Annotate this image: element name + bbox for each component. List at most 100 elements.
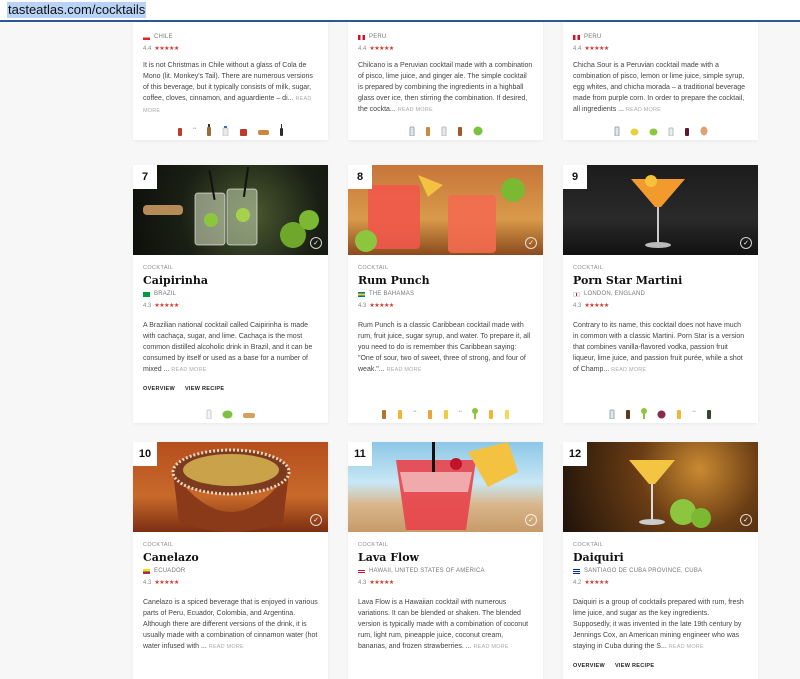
plus-icon: ••: [192, 126, 197, 132]
rank-badge: 10: [133, 442, 157, 466]
ingredient-icon: [472, 408, 479, 419]
rank-badge: 8: [348, 165, 372, 189]
cocktail-image[interactable]: 10 ✓: [133, 442, 328, 532]
rating-value: 4.3: [143, 302, 152, 309]
rating-value: 4.2: [573, 579, 582, 586]
ingredient-icon: [457, 127, 462, 136]
origin[interactable]: BRAZIL: [154, 291, 176, 297]
cocktail-grid: CHILE 4.4 ★★★★★ It is not Christmas in Ch…: [0, 22, 800, 679]
cocktail-image[interactable]: 11 ✓: [348, 442, 543, 532]
origin[interactable]: ECUADOR: [154, 568, 185, 574]
flag-icon: [573, 34, 580, 40]
address-bar[interactable]: tasteatlas.com/cocktails: [0, 0, 800, 22]
read-more-link[interactable]: READ MORE: [209, 644, 244, 650]
read-more-link[interactable]: READ MORE: [611, 367, 646, 373]
flag-icon: [143, 291, 150, 297]
cocktail-card-4[interactable]: CHILE 4.4 ★★★★★ It is not Christmas in Ch…: [133, 22, 328, 140]
flag-icon: [573, 568, 580, 574]
origin[interactable]: LONDON, ENGLAND: [584, 291, 645, 297]
view-recipe-link[interactable]: VIEW RECIPE: [185, 386, 224, 392]
rank-badge: 11: [348, 442, 372, 466]
plus-icon: ••: [412, 409, 417, 415]
check-icon[interactable]: ✓: [740, 514, 752, 526]
description: Daiquiri is a group of cocktails prepare…: [573, 599, 744, 650]
ingredient-icon: [700, 126, 707, 136]
rating-value: 4.3: [358, 579, 367, 586]
check-icon[interactable]: ✓: [740, 237, 752, 249]
cocktail-card-6[interactable]: PERU 4.4 ★★★★★ Chicha Sour is a Peruvian …: [563, 22, 758, 140]
cocktail-card-8[interactable]: 8 ✓ COCKTAIL Rum Punch THE BAHAMAS 4.3 ★★…: [348, 165, 543, 423]
ingredient-icon: [177, 128, 182, 136]
read-more-link[interactable]: READ MORE: [626, 107, 661, 113]
read-more-link[interactable]: READ MORE: [398, 107, 433, 113]
cocktail-image[interactable]: 9 ✓: [563, 165, 758, 255]
ingredient-icon: [489, 410, 494, 419]
star-icon: ★★★★★: [369, 580, 394, 586]
cocktail-name[interactable]: Rum Punch: [358, 274, 533, 287]
star-icon: ★★★★★: [154, 46, 179, 52]
cocktail-image[interactable]: 7 ✓: [133, 165, 328, 255]
cocktail-name[interactable]: Caipirinha: [143, 274, 318, 287]
cocktail-name[interactable]: Daiquiri: [573, 551, 748, 564]
check-icon[interactable]: ✓: [310, 237, 322, 249]
rank-badge: 7: [133, 165, 157, 189]
origin[interactable]: HAWAII, UNITED STATES OF AMERICA: [369, 568, 485, 574]
ingredient-icon: [381, 410, 386, 419]
rating-value: 4.3: [143, 579, 152, 586]
cocktail-card-12[interactable]: 12 ✓ COCKTAIL Daiquiri SANTIAGO DE CUBA …: [563, 442, 758, 679]
cocktail-name[interactable]: Porn Star Martini: [573, 274, 748, 287]
category-label: COCKTAIL: [573, 542, 604, 548]
ingredient-icons: [563, 122, 758, 136]
cocktail-card-9[interactable]: 9 ✓ COCKTAIL Porn Star Martini LONDON, E…: [563, 165, 758, 423]
cocktail-name[interactable]: Canelazo: [143, 551, 318, 564]
ingredient-icon: [630, 128, 638, 136]
origin: PERU: [369, 34, 387, 40]
flag-icon: [143, 568, 150, 574]
read-more-link[interactable]: READ MORE: [474, 644, 509, 650]
cocktail-card-11[interactable]: 11 ✓ COCKTAIL Lava Flow HAWAII, UNITED S…: [348, 442, 543, 679]
star-icon: ★★★★★: [154, 580, 179, 586]
url-text[interactable]: tasteatlas.com/cocktails: [7, 2, 147, 18]
ingredient-icon: [207, 124, 212, 136]
origin[interactable]: THE BAHAMAS: [369, 291, 414, 297]
ingredient-icon: [609, 409, 615, 419]
cocktail-card-7[interactable]: 7 ✓ COCKTAIL Caipirinha BRAZIL 4.3 ★★★★★ …: [133, 165, 328, 423]
ingredient-icon: [677, 410, 682, 419]
flag-icon: [358, 34, 365, 40]
category-label: COCKTAIL: [573, 265, 604, 271]
category-label: COCKTAIL: [358, 265, 389, 271]
ingredient-icon: [409, 126, 414, 136]
check-icon[interactable]: ✓: [525, 514, 537, 526]
ingredient-icon: [427, 410, 432, 419]
ingredient-icons: ••: [133, 122, 328, 136]
cocktail-name[interactable]: Lava Flow: [358, 551, 533, 564]
cocktail-image[interactable]: 8 ✓: [348, 165, 543, 255]
check-icon[interactable]: ✓: [525, 237, 537, 249]
view-recipe-link[interactable]: VIEW RECIPE: [615, 663, 654, 669]
flag-icon: [143, 34, 150, 40]
ingredient-icon: [240, 129, 248, 136]
rank-badge: 12: [563, 442, 587, 466]
ingredient-icon: [222, 410, 233, 419]
read-more-link[interactable]: READ MORE: [171, 367, 206, 373]
read-more-link[interactable]: READ MORE: [669, 644, 704, 650]
origin: PERU: [584, 34, 602, 40]
overview-link[interactable]: OVERVIEW: [143, 386, 175, 392]
ingredient-icon: [397, 410, 402, 419]
check-icon[interactable]: ✓: [310, 514, 322, 526]
cocktail-image[interactable]: 12 ✓: [563, 442, 758, 532]
flag-icon: [358, 568, 365, 574]
description: A Brazilian national cocktail called Cai…: [143, 322, 313, 373]
cocktail-card-5[interactable]: PERU 4.4 ★★★★★ Chilcano is a Peruvian coc…: [348, 22, 543, 140]
category-label: COCKTAIL: [143, 265, 174, 271]
overview-link[interactable]: OVERVIEW: [573, 663, 605, 669]
ingredient-icon: [258, 130, 270, 135]
lava-flow-illustration: [396, 442, 518, 530]
cocktail-card-10[interactable]: 10 ✓ COCKTAIL Canelazo ECUADOR 4.3 ★★★★★ …: [133, 442, 328, 679]
origin[interactable]: SANTIAGO DE CUBA PROVINCE, CUBA: [584, 568, 702, 574]
ingredient-icon: [649, 128, 657, 136]
plus-icon: ••: [458, 409, 463, 415]
rank-badge: 9: [563, 165, 587, 189]
ingredient-icon: [280, 124, 284, 136]
read-more-link[interactable]: READ MORE: [387, 367, 422, 373]
